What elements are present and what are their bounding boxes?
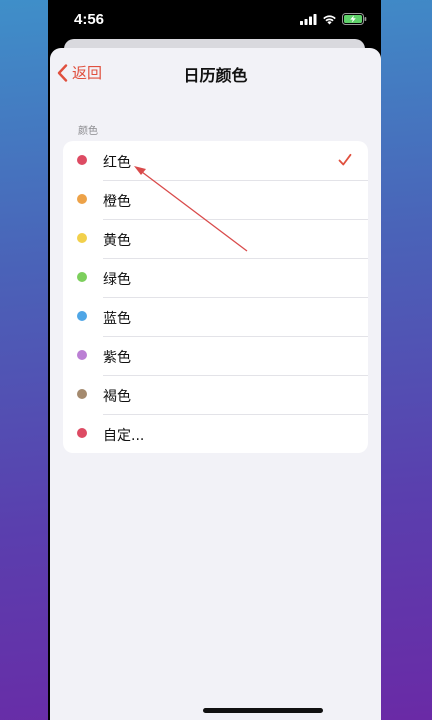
color-option-row[interactable]: 紫色 — [63, 336, 368, 375]
color-dot-icon — [77, 350, 87, 360]
color-option-row[interactable]: 自定... — [63, 414, 368, 453]
status-icons — [300, 12, 367, 30]
color-dot-icon — [77, 272, 87, 282]
home-indicator — [203, 708, 323, 713]
checkmark-icon — [338, 152, 352, 171]
color-list: 红色橙色黄色绿色蓝色紫色褐色自定... — [63, 141, 368, 453]
cellular-signal-icon — [300, 12, 317, 30]
color-option-row[interactable]: 褐色 — [63, 375, 368, 414]
color-option-label: 紫色 — [103, 350, 131, 366]
color-dot-icon — [77, 155, 87, 165]
calendar-color-sheet: 返回 日历颜色 颜色 红色橙色黄色绿色蓝色紫色褐色自定... — [50, 48, 381, 720]
color-option-row[interactable]: 绿色 — [63, 258, 368, 297]
color-option-row[interactable]: 蓝色 — [63, 297, 368, 336]
color-option-label: 橙色 — [103, 194, 131, 210]
color-option-label: 褐色 — [103, 389, 131, 405]
section-header: 颜色 — [78, 126, 98, 137]
status-time: 4:56 — [74, 11, 105, 28]
color-option-label: 黄色 — [103, 233, 131, 249]
page-title: 日历颜色 — [183, 66, 248, 85]
color-option-label: 红色 — [103, 155, 131, 171]
color-dot-icon — [77, 311, 87, 321]
color-dot-icon — [77, 233, 87, 243]
color-dot-icon — [77, 389, 87, 399]
color-option-label: 自定... — [103, 428, 145, 444]
color-dot-icon — [77, 194, 87, 204]
color-option-label: 绿色 — [103, 272, 131, 288]
color-dot-icon — [77, 428, 87, 438]
color-option-row[interactable]: 黄色 — [63, 219, 368, 258]
navigation-bar: 返回 日历颜色 — [50, 48, 381, 96]
color-option-row[interactable]: 红色 — [63, 141, 368, 180]
phone-screen: 4:56 返回 日历颜色 颜色 红色 橙色 黄色 绿色 蓝色 紫色 褐色 自定.… — [48, 0, 381, 720]
wifi-icon — [322, 12, 337, 30]
battery-charging-icon — [342, 12, 367, 30]
color-option-label: 蓝色 — [103, 311, 131, 327]
status-bar: 4:56 — [48, 0, 381, 38]
color-option-row[interactable]: 橙色 — [63, 180, 368, 219]
